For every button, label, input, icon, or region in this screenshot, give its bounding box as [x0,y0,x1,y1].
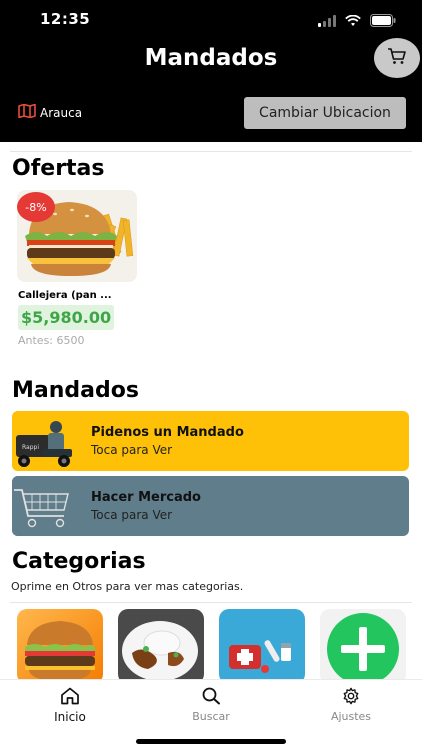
nav-search[interactable]: Buscar [161,687,261,723]
errand-card-title: Pidenos un Mandado [91,425,244,440]
delivery-rider-image: Rappi [12,411,74,471]
home-indicator [136,739,286,744]
category-food[interactable] [17,609,103,679]
offer-name: Callejera (pan ... [18,290,112,301]
nav-settings[interactable]: Ajustes [301,687,401,723]
battery-icon [370,12,396,31]
svg-text:Rappi: Rappi [22,444,39,451]
cart-button[interactable] [374,38,420,78]
change-location-button[interactable]: Cambiar Ubicacion [244,97,406,129]
nav-home-label: Inicio [54,710,86,724]
errand-card-title: Hacer Mercado [91,490,201,505]
status-icons [318,12,396,31]
category-pharmacy[interactable] [219,609,305,679]
offer-card[interactable]: -8% Callejera (pan ... $5,980.00 Antes: … [17,190,137,347]
nav-search-label: Buscar [192,710,230,723]
app-header: 12:35 Mandados Arauca Cambiar Ubicacion [0,0,422,142]
divider [10,602,412,603]
main-content: Ofertas -8% Callejera (pan ... $5,980.00… [0,142,422,679]
errands-title: Mandados [12,378,139,403]
offer-image-burger: -8% [17,190,137,282]
category-restaurants[interactable] [118,609,204,679]
cart-icon [387,47,407,69]
grocery-shopping-card[interactable]: Hacer Mercado Toca para Ver [12,476,409,536]
location-indicator: Arauca [18,103,83,121]
map-icon [18,103,36,121]
offers-title: Ofertas [12,156,105,181]
offer-original-price: Antes: 6500 [18,334,85,347]
shopping-cart-image [12,476,74,536]
wifi-icon [345,12,361,31]
errand-card-subtitle: Toca para Ver [91,443,173,457]
page-title: Mandados [144,45,278,71]
discount-badge: -8% [17,192,55,222]
errand-card-subtitle: Toca para Ver [91,508,173,522]
category-others[interactable] [320,609,406,679]
categories-hint: Oprime en Otros para ver mas categorias. [11,580,244,593]
categories-title: Categorias [12,549,146,574]
home-icon [60,687,80,708]
request-errand-card[interactable]: Rappi Pidenos un Mandado Toca para Ver [12,411,409,471]
divider [10,151,412,152]
nav-settings-label: Ajustes [330,710,372,723]
gear-icon [341,687,361,708]
nav-home[interactable]: Inicio [20,687,120,724]
status-time: 12:35 [40,10,91,28]
search-icon [201,687,221,708]
signal-icon [318,12,336,31]
offer-price: $5,980.00 [18,305,115,330]
location-label: Arauca [40,105,83,120]
